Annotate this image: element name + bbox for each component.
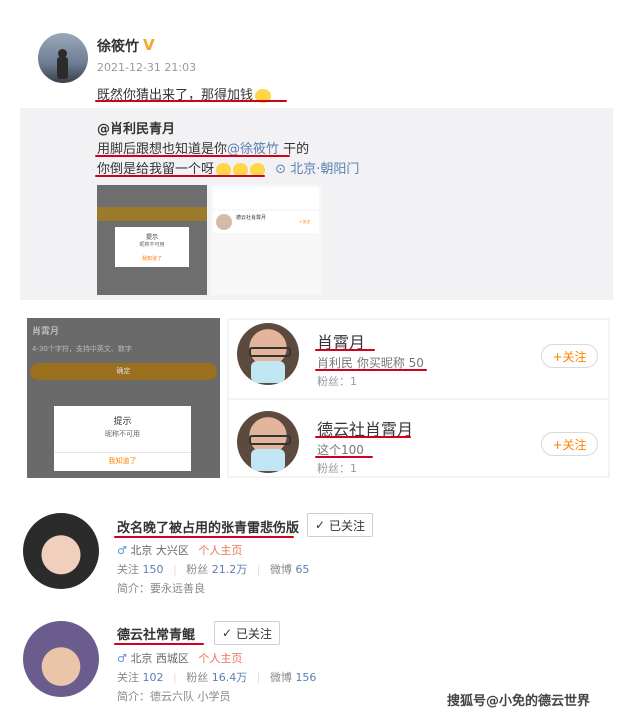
profile-stats: 关注 150 | 粉丝 21.2万 | 微博 65 — [117, 563, 310, 576]
retweet-author[interactable]: @肖利民青月 — [97, 118, 175, 137]
fans-count[interactable]: 16.4万 — [212, 671, 248, 684]
thumbnail-rename-screen[interactable]: 提示 昵称不可用 我知道了 — [97, 185, 207, 295]
dialog-title: 提示 — [113, 417, 132, 427]
profile-name[interactable]: 改名晚了被占用的张青雷悲伤版 — [117, 517, 299, 536]
confirm-button[interactable]: 确定 — [30, 363, 217, 380]
profile-avatar[interactable] — [23, 513, 99, 589]
underline-mark — [95, 175, 265, 177]
user-avatar[interactable] — [237, 411, 299, 473]
underline-mark — [114, 536, 294, 538]
thumb-user-name: 德云社肖霄月 — [236, 215, 267, 221]
follow-count[interactable]: 150 — [143, 563, 164, 576]
profile-bio: 简介：德云六队 小学员 — [117, 690, 231, 703]
follow-button[interactable]: +关注 — [541, 344, 598, 368]
weibo-count[interactable]: 65 — [295, 563, 309, 576]
profile-bio: 简介：要永远善良 — [117, 582, 205, 595]
fans-count: 粉丝：1 — [317, 462, 357, 475]
follow-count[interactable]: 102 — [143, 671, 164, 684]
dialog-text: 昵称不可用 — [105, 430, 140, 438]
author-name[interactable]: 徐筱竹 — [97, 36, 139, 56]
underline-mark — [315, 456, 373, 458]
check-icon: ✓ — [221, 626, 233, 640]
underline-mark — [315, 436, 411, 438]
underline-mark — [95, 155, 290, 157]
rename-title: 肖霄月 — [32, 327, 60, 337]
verified-badge-icon: V — [143, 36, 155, 54]
profile-location-row: ♂ 北京 大兴区 个人主页 — [117, 544, 243, 557]
post-timestamp: 2021-12-31 21:03 — [97, 61, 197, 74]
homepage-link[interactable]: 个人主页 — [198, 652, 242, 665]
user-avatar[interactable] — [237, 323, 299, 385]
thumb-dialog-text: 昵称不可用 — [139, 242, 165, 248]
profile-stats: 关注 102 | 粉丝 16.4万 | 微博 156 — [117, 671, 317, 684]
profile-name[interactable]: 德云社常青鲲 — [117, 624, 195, 643]
fans-count[interactable]: 21.2万 — [212, 563, 248, 576]
profile-avatar[interactable] — [23, 621, 99, 697]
error-dialog: 提示 昵称不可用 我知道了 — [54, 406, 191, 471]
rename-hint: 4-30个字符，支持中英文、数字 — [32, 345, 132, 353]
follow-button[interactable]: +关注 — [541, 432, 598, 456]
thumbnail-search-result[interactable]: 德云社肖霄月 +关注 — [211, 185, 321, 295]
check-icon: ✓ — [314, 518, 326, 532]
author-avatar[interactable] — [38, 33, 88, 83]
followed-button[interactable]: ✓ 已关注 — [214, 621, 280, 645]
followed-button[interactable]: ✓ 已关注 — [307, 513, 373, 537]
underline-mark — [315, 369, 427, 371]
underline-mark — [315, 349, 375, 351]
dialog-ok-button[interactable]: 我知道了 — [54, 456, 191, 466]
thumb-dialog-button: 我知道了 — [141, 256, 162, 262]
underline-mark — [95, 100, 287, 102]
thumb-dialog-title: 提示 — [145, 234, 158, 241]
male-icon: ♂ — [117, 652, 127, 665]
watermark-text: 搜狐号@小免的德云世界 — [447, 694, 591, 709]
location-link[interactable]: ⊙ 北京·朝阳门 — [275, 162, 359, 177]
thumb-follow-button: +关注 — [299, 219, 311, 224]
profile-location-row: ♂ 北京 西城区 个人主页 — [117, 652, 243, 665]
weibo-count[interactable]: 156 — [295, 671, 316, 684]
location-pin-icon: ⊙ — [275, 162, 287, 177]
rename-screen: 肖霄月 4-30个字符，支持中英文、数字 确定 提示 昵称不可用 我知道了 — [27, 318, 220, 478]
underline-mark — [114, 643, 204, 645]
male-icon: ♂ — [117, 544, 127, 557]
fans-count: 粉丝：1 — [317, 375, 357, 388]
homepage-link[interactable]: 个人主页 — [198, 544, 242, 557]
